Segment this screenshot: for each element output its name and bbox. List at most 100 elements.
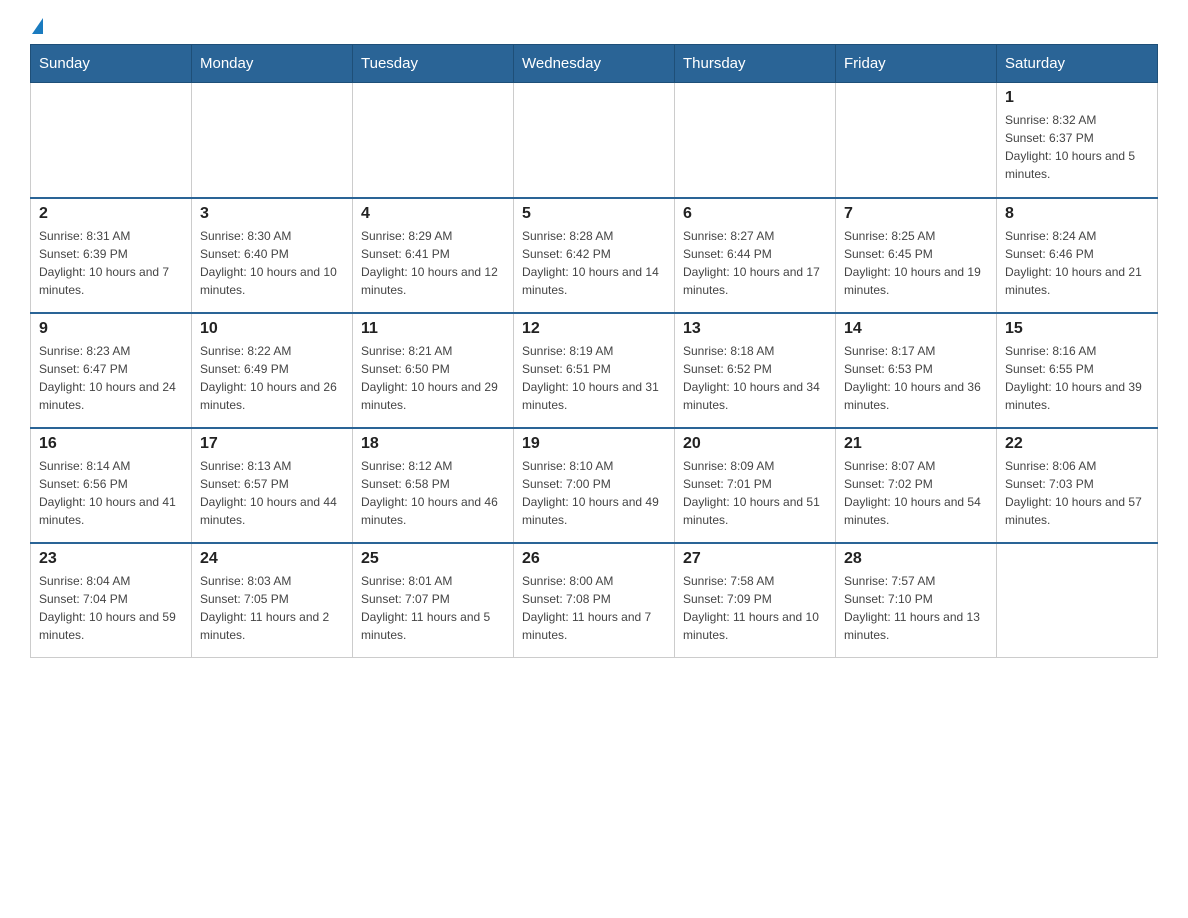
day-of-week-header: Tuesday [353,45,514,83]
day-info: Sunrise: 8:19 AMSunset: 6:51 PMDaylight:… [522,342,666,414]
day-number: 1 [1005,89,1149,107]
day-number: 6 [683,205,827,223]
day-number: 19 [522,435,666,453]
day-of-week-header: Saturday [997,45,1158,83]
day-info: Sunrise: 8:07 AMSunset: 7:02 PMDaylight:… [844,457,988,529]
calendar-day-cell: 21 Sunrise: 8:07 AMSunset: 7:02 PMDayligh… [836,428,997,543]
day-info: Sunrise: 8:22 AMSunset: 6:49 PMDaylight:… [200,342,344,414]
calendar-week-row: 2 Sunrise: 8:31 AMSunset: 6:39 PMDaylight… [31,198,1158,313]
day-of-week-header: Friday [836,45,997,83]
calendar-day-cell: 23 Sunrise: 8:04 AMSunset: 7:04 PMDayligh… [31,543,192,658]
calendar-day-cell: 22Sunrise: 8:06 AMSunset: 7:03 PMDayligh… [997,428,1158,543]
day-number: 2 [39,205,183,223]
day-number: 28 [844,550,988,568]
calendar-day-cell: 1 Sunrise: 8:32 AMSunset: 6:37 PMDaylight… [997,83,1158,198]
calendar-day-cell [514,83,675,198]
calendar-day-cell: 13 Sunrise: 8:18 AMSunset: 6:52 PMDayligh… [675,313,836,428]
day-info: Sunrise: 8:12 AMSunset: 6:58 PMDaylight:… [361,457,505,529]
day-info: Sunrise: 8:06 AMSunset: 7:03 PMDaylight:… [1005,457,1149,529]
calendar-week-row: 9 Sunrise: 8:23 AMSunset: 6:47 PMDaylight… [31,313,1158,428]
day-of-week-header: Monday [192,45,353,83]
day-number: 18 [361,435,505,453]
calendar-day-cell: 15 Sunrise: 8:16 AMSunset: 6:55 PMDayligh… [997,313,1158,428]
day-info: Sunrise: 8:01 AMSunset: 7:07 PMDaylight:… [361,572,505,644]
calendar-day-cell [997,543,1158,658]
day-number: 15 [1005,320,1149,338]
day-number: 21 [844,435,988,453]
calendar-day-cell: 7Sunrise: 8:25 AMSunset: 6:45 PMDaylight… [836,198,997,313]
calendar-week-row: 16 Sunrise: 8:14 AMSunset: 6:56 PMDayligh… [31,428,1158,543]
day-number: 24 [200,550,344,568]
day-number: 13 [683,320,827,338]
calendar-day-cell: 19 Sunrise: 8:10 AMSunset: 7:00 PMDayligh… [514,428,675,543]
day-number: 23 [39,550,183,568]
day-number: 16 [39,435,183,453]
calendar-day-cell: 27 Sunrise: 7:58 AMSunset: 7:09 PMDayligh… [675,543,836,658]
calendar-day-cell: 6 Sunrise: 8:27 AMSunset: 6:44 PMDaylight… [675,198,836,313]
day-info: Sunrise: 8:21 AMSunset: 6:50 PMDaylight:… [361,342,505,414]
calendar-day-cell: 17 Sunrise: 8:13 AMSunset: 6:57 PMDayligh… [192,428,353,543]
calendar-day-cell: 10 Sunrise: 8:22 AMSunset: 6:49 PMDayligh… [192,313,353,428]
calendar-header-row: SundayMondayTuesdayWednesdayThursdayFrid… [31,45,1158,83]
calendar-day-cell [31,83,192,198]
day-number: 27 [683,550,827,568]
calendar-day-cell: 16 Sunrise: 8:14 AMSunset: 6:56 PMDayligh… [31,428,192,543]
day-info: Sunrise: 8:17 AMSunset: 6:53 PMDaylight:… [844,342,988,414]
calendar-day-cell [836,83,997,198]
calendar-day-cell: 2 Sunrise: 8:31 AMSunset: 6:39 PMDaylight… [31,198,192,313]
day-number: 17 [200,435,344,453]
day-info: Sunrise: 8:14 AMSunset: 6:56 PMDaylight:… [39,457,183,529]
day-number: 8 [1005,205,1149,223]
day-number: 4 [361,205,505,223]
day-number: 11 [361,320,505,338]
day-info: Sunrise: 8:10 AMSunset: 7:00 PMDaylight:… [522,457,666,529]
day-info: Sunrise: 7:58 AMSunset: 7:09 PMDaylight:… [683,572,827,644]
day-info: Sunrise: 8:16 AMSunset: 6:55 PMDaylight:… [1005,342,1149,414]
day-number: 3 [200,205,344,223]
day-number: 9 [39,320,183,338]
day-info: Sunrise: 8:30 AMSunset: 6:40 PMDaylight:… [200,227,344,299]
day-info: Sunrise: 8:24 AMSunset: 6:46 PMDaylight:… [1005,227,1149,299]
calendar-day-cell: 25 Sunrise: 8:01 AMSunset: 7:07 PMDayligh… [353,543,514,658]
calendar-day-cell: 18 Sunrise: 8:12 AMSunset: 6:58 PMDayligh… [353,428,514,543]
day-info: Sunrise: 8:03 AMSunset: 7:05 PMDaylight:… [200,572,344,644]
calendar-day-cell [192,83,353,198]
calendar-day-cell: 9 Sunrise: 8:23 AMSunset: 6:47 PMDaylight… [31,313,192,428]
day-info: Sunrise: 8:28 AMSunset: 6:42 PMDaylight:… [522,227,666,299]
day-info: Sunrise: 8:00 AMSunset: 7:08 PMDaylight:… [522,572,666,644]
day-number: 12 [522,320,666,338]
day-info: Sunrise: 8:29 AMSunset: 6:41 PMDaylight:… [361,227,505,299]
day-info: Sunrise: 8:31 AMSunset: 6:39 PMDaylight:… [39,227,183,299]
day-number: 25 [361,550,505,568]
calendar-table: SundayMondayTuesdayWednesdayThursdayFrid… [30,44,1158,658]
calendar-day-cell: 12 Sunrise: 8:19 AMSunset: 6:51 PMDayligh… [514,313,675,428]
day-info: Sunrise: 8:27 AMSunset: 6:44 PMDaylight:… [683,227,827,299]
day-info: Sunrise: 7:57 AMSunset: 7:10 PMDaylight:… [844,572,988,644]
calendar-day-cell: 11 Sunrise: 8:21 AMSunset: 6:50 PMDayligh… [353,313,514,428]
calendar-day-cell: 26 Sunrise: 8:00 AMSunset: 7:08 PMDayligh… [514,543,675,658]
calendar-day-cell: 14 Sunrise: 8:17 AMSunset: 6:53 PMDayligh… [836,313,997,428]
calendar-week-row: 1 Sunrise: 8:32 AMSunset: 6:37 PMDaylight… [31,83,1158,198]
calendar-day-cell [353,83,514,198]
day-number: 14 [844,320,988,338]
calendar-day-cell: 5 Sunrise: 8:28 AMSunset: 6:42 PMDaylight… [514,198,675,313]
day-info: Sunrise: 8:13 AMSunset: 6:57 PMDaylight:… [200,457,344,529]
day-number: 7 [844,205,988,223]
logo [30,20,43,34]
day-number: 26 [522,550,666,568]
page-header [30,20,1158,34]
day-info: Sunrise: 8:32 AMSunset: 6:37 PMDaylight:… [1005,111,1149,183]
calendar-day-cell: 28 Sunrise: 7:57 AMSunset: 7:10 PMDayligh… [836,543,997,658]
day-of-week-header: Thursday [675,45,836,83]
day-number: 10 [200,320,344,338]
day-of-week-header: Wednesday [514,45,675,83]
calendar-day-cell [675,83,836,198]
day-number: 20 [683,435,827,453]
day-info: Sunrise: 8:23 AMSunset: 6:47 PMDaylight:… [39,342,183,414]
day-info: Sunrise: 8:18 AMSunset: 6:52 PMDaylight:… [683,342,827,414]
day-info: Sunrise: 8:04 AMSunset: 7:04 PMDaylight:… [39,572,183,644]
day-number: 5 [522,205,666,223]
day-of-week-header: Sunday [31,45,192,83]
calendar-day-cell: 24 Sunrise: 8:03 AMSunset: 7:05 PMDayligh… [192,543,353,658]
calendar-week-row: 23 Sunrise: 8:04 AMSunset: 7:04 PMDayligh… [31,543,1158,658]
